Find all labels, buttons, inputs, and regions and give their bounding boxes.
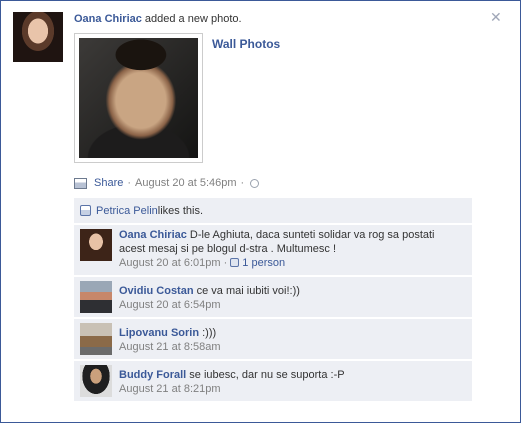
author-name-link[interactable]: Oana Chiriac xyxy=(74,13,142,25)
comment-text: se iubesc, dar nu se suporta :-P xyxy=(186,369,345,381)
comment-body: Buddy Forall se iubesc, dar nu se suport… xyxy=(119,361,449,396)
comment-timestamp[interactable]: August 20 at 6:01pm xyxy=(119,257,221,269)
commenter-avatar[interactable] xyxy=(80,229,112,261)
comment-item: Buddy Forall se iubesc, dar nu se suport… xyxy=(74,361,472,401)
photo-image[interactable] xyxy=(79,38,198,158)
globe-icon xyxy=(250,178,260,188)
separator: · xyxy=(127,177,132,189)
comment-meta: August 20 at 6:01pm · 1 person xyxy=(119,256,449,270)
story-header: Oana Chiriac added a new photo. xyxy=(74,12,242,26)
comment-body: Ovidiu Costan ce va mai iubiti voi!:)) A… xyxy=(119,277,449,312)
comment-text: :))) xyxy=(199,327,217,339)
comment-timestamp[interactable]: August 20 at 6:54pm xyxy=(119,299,221,311)
photo-icon xyxy=(74,177,87,189)
comment-item: Oana Chiriac D-le Aghiuta, daca sunteti … xyxy=(74,225,472,275)
separator: · xyxy=(240,177,245,189)
comment-body: Lipovanu Sorin :))) August 21 at 8:58am xyxy=(119,319,449,354)
story-timestamp[interactable]: August 20 at 5:46pm xyxy=(135,176,237,190)
comment-meta: August 20 at 6:54pm xyxy=(119,298,449,312)
author-avatar[interactable] xyxy=(13,12,63,62)
comment-body: Oana Chiriac D-le Aghiuta, daca sunteti … xyxy=(119,225,449,270)
commenter-avatar[interactable] xyxy=(80,323,112,355)
commenter-name-link[interactable]: Oana Chiriac xyxy=(119,229,187,241)
liker-name-link[interactable]: Petrica Pelin xyxy=(96,205,158,217)
story-actions: Share · August 20 at 5:46pm · xyxy=(74,176,260,190)
likes-text: likes this. xyxy=(157,204,204,217)
comment-item: Lipovanu Sorin :))) August 21 at 8:58am xyxy=(74,319,472,359)
thumbs-up-icon xyxy=(80,205,91,216)
commenter-avatar[interactable] xyxy=(80,365,112,397)
feed-story: Oana Chiriac added a new photo. ✕ Wall P… xyxy=(0,0,521,423)
comment-meta: August 21 at 8:21pm xyxy=(119,382,449,396)
story-action-text: added a new photo. xyxy=(141,13,242,25)
comment-text: ce va mai iubiti voi!:)) xyxy=(193,285,300,297)
feedback-section: Petrica Pelin likes this. Oana Chiriac D… xyxy=(74,198,472,403)
likes-summary: Petrica Pelin likes this. xyxy=(74,198,472,223)
photo-thumbnail[interactable] xyxy=(74,33,203,163)
commenter-name-link[interactable]: Buddy Forall xyxy=(119,369,186,381)
thumbs-up-icon xyxy=(230,258,240,267)
comment-timestamp[interactable]: August 21 at 8:58am xyxy=(119,341,221,353)
share-link[interactable]: Share xyxy=(94,176,123,190)
separator: · xyxy=(220,257,231,269)
comment-timestamp[interactable]: August 21 at 8:21pm xyxy=(119,383,221,395)
album-link[interactable]: Wall Photos xyxy=(212,37,280,51)
comment-item: Ovidiu Costan ce va mai iubiti voi!:)) A… xyxy=(74,277,472,317)
commenter-name-link[interactable]: Ovidiu Costan xyxy=(119,285,194,297)
comment-meta: August 21 at 8:58am xyxy=(119,340,449,354)
commenter-avatar[interactable] xyxy=(80,281,112,313)
commenter-name-link[interactable]: Lipovanu Sorin xyxy=(119,327,199,339)
comment-likes-link[interactable]: 1 person xyxy=(242,257,285,269)
close-icon[interactable]: ✕ xyxy=(490,9,502,26)
